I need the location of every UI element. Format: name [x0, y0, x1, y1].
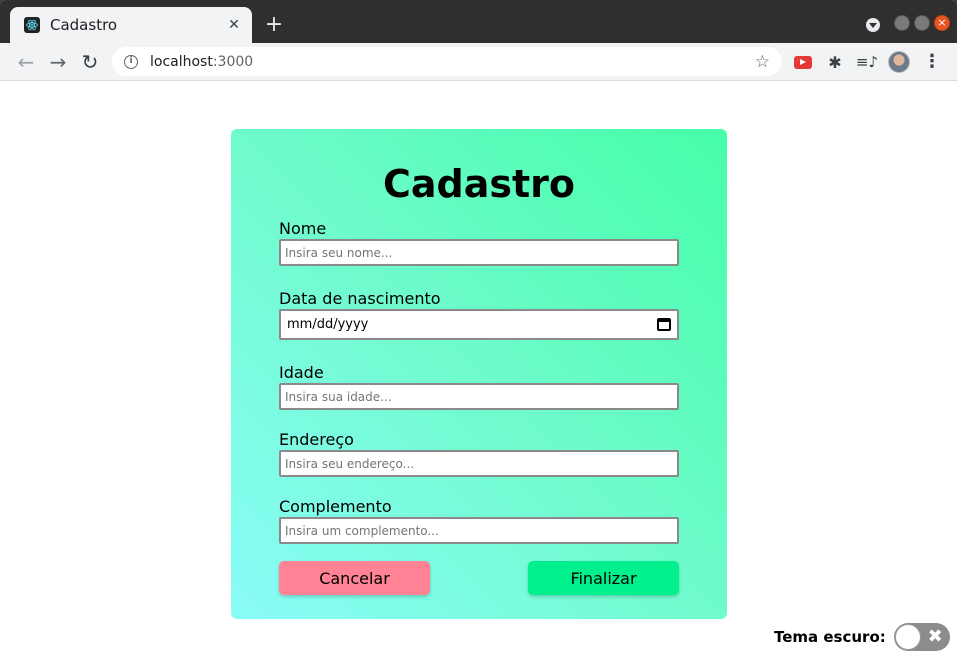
extensions-puzzle-icon[interactable]: ✱ [824, 51, 846, 73]
close-tab-icon[interactable]: ✕ [226, 17, 242, 33]
calendar-icon[interactable] [657, 318, 671, 331]
nome-label: Nome [279, 219, 327, 238]
complemento-label: Complemento [279, 497, 392, 516]
dark-theme-label: Tema escuro: [774, 628, 886, 646]
url-port: :3000 [212, 53, 254, 70]
form-actions: Cancelar Finalizar [279, 561, 679, 595]
dark-theme-toggle: Tema escuro: ✖ [774, 623, 950, 651]
cancel-button[interactable]: Cancelar [279, 561, 430, 595]
endereco-label: Endereço [279, 430, 354, 449]
dark-theme-switch[interactable]: ✖ [893, 623, 950, 651]
site-info-icon[interactable]: i [124, 54, 138, 69]
forward-arrow-icon[interactable]: → [46, 50, 70, 74]
youtube-extension-icon[interactable] [792, 51, 814, 73]
browser-toolbar: ← → ↻ i localhost:3000 ☆ ✱ ≡♪ ⋮ [0, 43, 957, 81]
close-x-icon: ✖ [927, 626, 943, 647]
field-nome: Nome [279, 219, 679, 266]
browser-window: Cadastro ✕ + × ← → ↻ i localhost:3000 ☆ … [0, 0, 957, 671]
maximize-window-button[interactable] [914, 15, 930, 31]
bookmark-star-icon[interactable]: ☆ [755, 52, 770, 72]
back-arrow-icon[interactable]: ← [14, 50, 38, 74]
endereco-input[interactable] [279, 450, 679, 477]
new-tab-button[interactable]: + [262, 13, 286, 37]
react-icon [24, 17, 40, 33]
field-complemento: Complemento [279, 497, 679, 544]
url-host: localhost [150, 53, 213, 70]
field-endereco: Endereço [279, 430, 679, 477]
address-bar[interactable]: i localhost:3000 ☆ [112, 47, 782, 76]
submit-button[interactable]: Finalizar [528, 561, 679, 595]
idade-label: Idade [279, 363, 324, 382]
tab-strip: Cadastro ✕ + × [0, 0, 957, 43]
tab-search-icon[interactable] [866, 18, 880, 32]
registration-card: Cadastro Nome Data de nascimento mm/dd/y… [231, 129, 727, 619]
idade-input[interactable] [279, 383, 679, 410]
field-nascimento: Data de nascimento mm/dd/yyyy [279, 289, 679, 340]
switch-knob [894, 624, 921, 650]
media-controls-icon[interactable]: ≡♪ [856, 51, 878, 73]
field-idade: Idade [279, 363, 679, 410]
minimize-window-button[interactable] [894, 15, 910, 31]
page-title: Cadastro [382, 162, 575, 206]
complemento-input[interactable] [279, 517, 679, 544]
nome-input[interactable] [279, 239, 679, 266]
profile-avatar[interactable] [888, 51, 910, 73]
page-viewport: Cadastro Nome Data de nascimento mm/dd/y… [4, 82, 953, 667]
nascimento-date-input[interactable]: mm/dd/yyyy [279, 309, 679, 340]
tab-cadastro[interactable]: Cadastro ✕ [10, 7, 252, 43]
close-window-button[interactable]: × [934, 15, 950, 31]
nascimento-label: Data de nascimento [279, 289, 441, 308]
tab-title: Cadastro [50, 16, 118, 34]
date-value: mm/dd/yyyy [287, 317, 369, 332]
browser-menu-icon[interactable]: ⋮ [922, 51, 942, 73]
reload-icon[interactable]: ↻ [78, 50, 102, 74]
